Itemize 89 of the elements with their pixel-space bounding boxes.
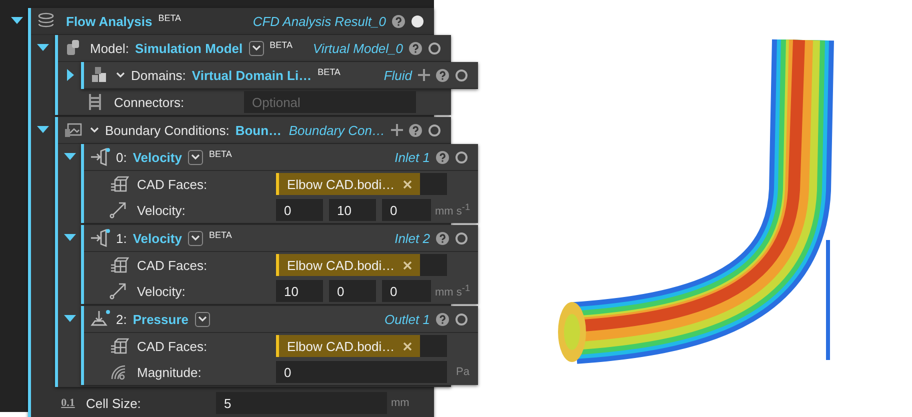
faces-grid-icon	[109, 175, 129, 193]
faces-field[interactable]: Elbow CAD.bodi…	[276, 254, 447, 276]
panel-label: 2:	[116, 312, 127, 326]
panel-label: Boundary Conditions:	[105, 122, 230, 138]
field-label: Velocity:	[137, 284, 186, 298]
panel-label: 1:	[116, 230, 127, 246]
remove-icon[interactable]	[402, 342, 412, 350]
vector-component-field[interactable]: 10	[329, 199, 376, 221]
help-icon[interactable]	[409, 124, 422, 136]
unit-label: mm s$^{-1}$	[435, 283, 470, 299]
add-icon[interactable]	[391, 124, 403, 136]
selected-type[interactable]: Virtual Domain Li…	[192, 68, 312, 82]
cell-size-icon: 0.1	[58, 397, 78, 409]
result-name[interactable]: Outlet 1	[384, 312, 430, 326]
vector-component-field[interactable]: 0	[382, 280, 431, 302]
faces-grid-icon	[109, 337, 129, 355]
result-name[interactable]: Inlet 2	[394, 230, 430, 246]
boundary-icon	[64, 121, 84, 139]
magnitude-field[interactable]: 0	[276, 361, 447, 383]
selection-tag[interactable]: Elbow CAD.bodi…	[276, 335, 420, 357]
beta-label: BETA	[208, 149, 232, 159]
status-circle-icon[interactable]	[428, 42, 441, 54]
unit-label: mm s$^{-1}$	[435, 202, 470, 218]
result-name[interactable]: Inlet 1	[394, 150, 430, 164]
help-icon[interactable]	[436, 232, 449, 244]
status-circle-icon[interactable]	[428, 124, 441, 136]
remove-icon[interactable]	[402, 260, 412, 270]
panel-title: Flow Analysis	[66, 14, 152, 28]
vector-component-field[interactable]: 10	[276, 280, 323, 302]
beta-label: BETA	[318, 67, 340, 77]
field-label: CAD Faces:	[137, 176, 208, 192]
panel-label: Model:	[90, 40, 130, 56]
status-circle-icon[interactable]	[411, 14, 424, 28]
result-name[interactable]: Fluid	[384, 68, 412, 82]
selected-type[interactable]: Pressure	[132, 312, 188, 326]
selection-tag[interactable]: Elbow CAD.bodi…	[276, 254, 420, 276]
result-name[interactable]: CFD Analysis Result_0	[252, 14, 386, 28]
field-label: Cell Size:	[86, 396, 142, 410]
help-icon[interactable]	[409, 42, 422, 54]
dropdown-button[interactable]	[188, 150, 203, 164]
dropdown-button[interactable]	[188, 230, 203, 246]
add-icon[interactable]	[418, 69, 430, 81]
beta-label: BETA	[270, 40, 292, 50]
inlet-arrow-icon	[90, 148, 110, 166]
faces-field[interactable]: Elbow CAD.bodi…	[276, 335, 447, 357]
result-name[interactable]: Boundary Con…	[288, 122, 385, 138]
beta-label: BETA	[208, 230, 232, 240]
dropdown-button[interactable]	[194, 312, 210, 326]
status-circle-icon[interactable]	[455, 312, 468, 326]
chevron-down-icon[interactable]	[90, 127, 99, 133]
panel-label: Domains:	[131, 68, 186, 82]
help-icon[interactable]	[436, 68, 449, 82]
help-icon[interactable]	[436, 150, 449, 164]
unit-label: Pa	[456, 366, 470, 378]
panel-label: 0:	[116, 150, 127, 164]
chevron-down-icon[interactable]	[252, 45, 261, 51]
field-label: CAD Faces:	[137, 338, 208, 354]
beta-label: BETA	[158, 13, 182, 23]
remove-icon[interactable]	[402, 180, 412, 188]
status-circle-icon[interactable]	[455, 68, 468, 82]
selection-tag[interactable]: Elbow CAD.bodi…	[276, 173, 420, 195]
outlet-icon	[90, 310, 110, 328]
unit-label: mm	[391, 397, 410, 409]
faces-field[interactable]: Elbow CAD.bodi…	[276, 173, 447, 195]
field-label: Connectors:	[114, 94, 186, 110]
vector-component-field[interactable]: 0	[329, 280, 376, 302]
cell-size-field[interactable]: 5	[216, 392, 387, 414]
selected-type[interactable]: Velocity	[132, 230, 182, 246]
status-circle-icon[interactable]	[455, 150, 468, 164]
selected-type[interactable]: Boun…	[235, 122, 282, 138]
field-label: Velocity:	[137, 202, 186, 218]
help-icon[interactable]	[392, 14, 405, 28]
chevron-down-icon[interactable]	[190, 154, 200, 160]
faces-grid-icon	[109, 256, 129, 274]
selected-type[interactable]: Velocity	[132, 150, 182, 164]
dropdown-button[interactable]	[248, 40, 264, 56]
inlet-arrow-icon	[90, 229, 110, 247]
vector-component-field[interactable]: 0	[382, 199, 431, 221]
result-name[interactable]: Virtual Model_0	[312, 40, 403, 56]
chevron-down-icon[interactable]	[198, 316, 206, 322]
chevron-down-icon[interactable]	[116, 72, 125, 78]
status-circle-icon[interactable]	[455, 232, 468, 244]
field-label: Magnitude:	[137, 364, 202, 380]
field-label: CAD Faces:	[137, 258, 208, 272]
connectors-field[interactable]: Optional	[244, 91, 416, 113]
help-icon[interactable]	[436, 312, 449, 326]
selected-type[interactable]: Simulation Model	[135, 40, 243, 56]
chevron-down-icon[interactable]	[190, 235, 200, 241]
vector-component-field[interactable]: 0	[276, 199, 323, 221]
